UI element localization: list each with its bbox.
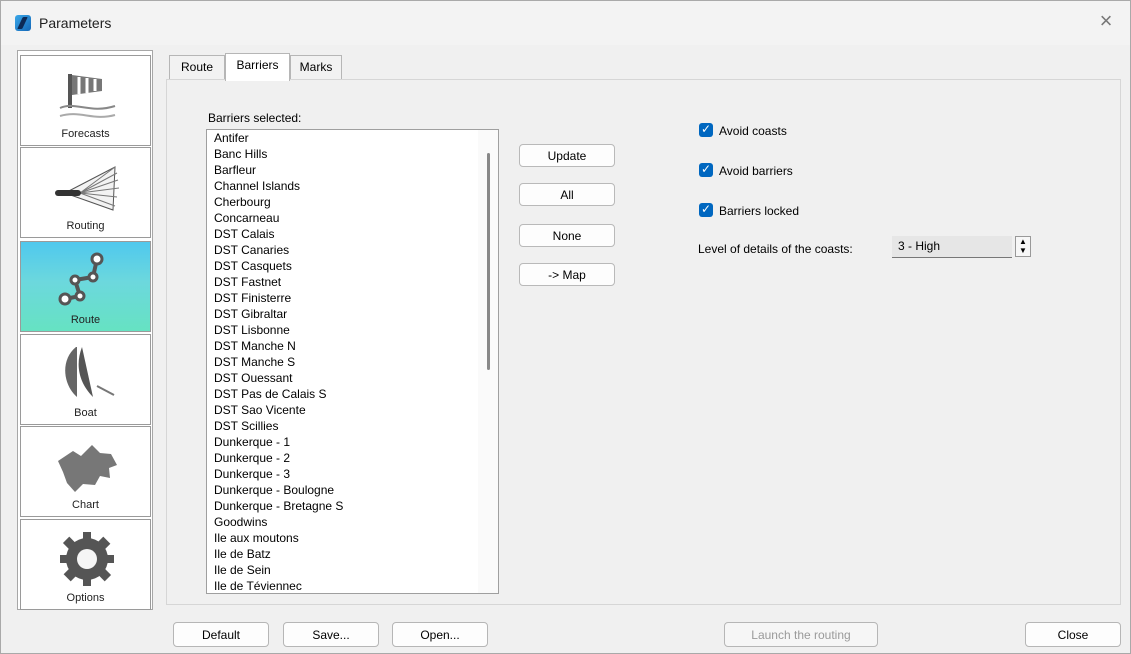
- list-item[interactable]: Dunkerque - 2: [207, 450, 498, 466]
- fan-icon: [55, 166, 119, 211]
- list-item[interactable]: DST Lisbonne: [207, 322, 498, 338]
- list-item[interactable]: Dunkerque - 3: [207, 466, 498, 482]
- tab-route[interactable]: Route: [169, 55, 225, 79]
- avoid-coasts-checkbox[interactable]: [699, 121, 713, 137]
- sidebar-label-forecasts: Forecasts: [61, 128, 110, 140]
- list-item[interactable]: DST Calais: [207, 226, 498, 242]
- update-button[interactable]: Update: [519, 144, 615, 167]
- list-item[interactable]: Dunkerque - Boulogne: [207, 482, 498, 498]
- default-button[interactable]: Default: [173, 622, 269, 647]
- tab-barriers[interactable]: Barriers: [225, 53, 290, 81]
- list-item[interactable]: DST Manche N: [207, 338, 498, 354]
- list-item[interactable]: DST Manche S: [207, 354, 498, 370]
- map-button[interactable]: -> Map: [519, 263, 615, 286]
- window-title: Parameters: [39, 15, 112, 31]
- sidebar-label-routing: Routing: [66, 220, 105, 232]
- sidebar-label-boat: Boat: [74, 407, 97, 419]
- sidebar-item-routing[interactable]: Routing: [20, 147, 151, 238]
- list-item[interactable]: Banc Hills: [207, 146, 498, 162]
- list-item[interactable]: Dunkerque - Bretagne S: [207, 498, 498, 514]
- sidebar-item-boat[interactable]: Boat: [20, 334, 151, 425]
- barriers-list[interactable]: Antifer Banc Hills Barfleur Channel Isla…: [206, 129, 499, 594]
- open-button[interactable]: Open...: [392, 622, 488, 647]
- list-item[interactable]: Barfleur: [207, 162, 498, 178]
- sidebar-item-options[interactable]: Options: [20, 519, 151, 610]
- close-button[interactable]: Close: [1025, 622, 1121, 647]
- list-item[interactable]: Concarneau: [207, 210, 498, 226]
- avoid-barriers-label: Avoid barriers: [719, 164, 793, 178]
- avoid-coasts-label: Avoid coasts: [719, 124, 787, 138]
- list-item[interactable]: Cherbourg: [207, 194, 498, 210]
- route-icon: [58, 252, 104, 306]
- coast-detail-label: Level of details of the coasts:: [698, 242, 853, 256]
- launch-routing-button[interactable]: Launch the routing: [724, 622, 878, 647]
- list-item[interactable]: Dunkerque - 1: [207, 434, 498, 450]
- list-item[interactable]: DST Finisterre: [207, 290, 498, 306]
- sidebar-label-chart: Chart: [72, 499, 99, 511]
- map-icon: [58, 445, 117, 492]
- barriers-selected-label: Barriers selected:: [208, 111, 302, 125]
- avoid-barriers-checkbox[interactable]: [699, 161, 713, 177]
- barriers-locked-checkbox[interactable]: [699, 201, 713, 217]
- close-icon[interactable]: ×: [1094, 9, 1118, 33]
- list-item[interactable]: DST Scillies: [207, 418, 498, 434]
- gear-icon: [60, 532, 114, 586]
- list-item[interactable]: DST Casquets: [207, 258, 498, 274]
- coast-detail-field[interactable]: 3 - High: [892, 236, 1012, 258]
- sidebar: Forecasts Routing Route Boat Chart Optio…: [17, 50, 153, 610]
- app-icon: [15, 15, 31, 31]
- barriers-locked-label: Barriers locked: [719, 204, 800, 218]
- list-item[interactable]: DST Fastnet: [207, 274, 498, 290]
- parameters-window: Parameters × Forecasts Routing Route Boa…: [0, 0, 1131, 654]
- list-item[interactable]: Ile de Sein: [207, 562, 498, 578]
- list-item[interactable]: DST Canaries: [207, 242, 498, 258]
- sidebar-item-forecasts[interactable]: Forecasts: [20, 55, 151, 146]
- all-button[interactable]: All: [519, 183, 615, 206]
- list-item[interactable]: Ile de Batz: [207, 546, 498, 562]
- list-item[interactable]: DST Pas de Calais S: [207, 386, 498, 402]
- list-item[interactable]: Ile aux moutons: [207, 530, 498, 546]
- list-item[interactable]: DST Gibraltar: [207, 306, 498, 322]
- list-scrollbar-thumb[interactable]: [487, 153, 490, 370]
- sidebar-label-route: Route: [70, 314, 101, 326]
- list-item[interactable]: Ile de Téviennec: [207, 578, 498, 593]
- list-item[interactable]: Antifer: [207, 130, 498, 146]
- sidebar-item-route[interactable]: Route: [20, 241, 151, 332]
- tab-marks[interactable]: Marks: [290, 55, 342, 79]
- list-item[interactable]: DST Sao Vicente: [207, 402, 498, 418]
- none-button[interactable]: None: [519, 224, 615, 247]
- list-item[interactable]: Goodwins: [207, 514, 498, 530]
- coast-detail-spinner[interactable]: ▲ ▼: [1015, 236, 1031, 257]
- sail-icon: [65, 347, 115, 397]
- sidebar-label-options: Options: [66, 592, 105, 604]
- list-item[interactable]: DST Ouessant: [207, 370, 498, 386]
- list-item[interactable]: Channel Islands: [207, 178, 498, 194]
- sidebar-item-chart[interactable]: Chart: [20, 426, 151, 517]
- windsock-icon: [59, 74, 116, 118]
- title-bar: Parameters ×: [1, 1, 1130, 45]
- save-button[interactable]: Save...: [283, 622, 379, 647]
